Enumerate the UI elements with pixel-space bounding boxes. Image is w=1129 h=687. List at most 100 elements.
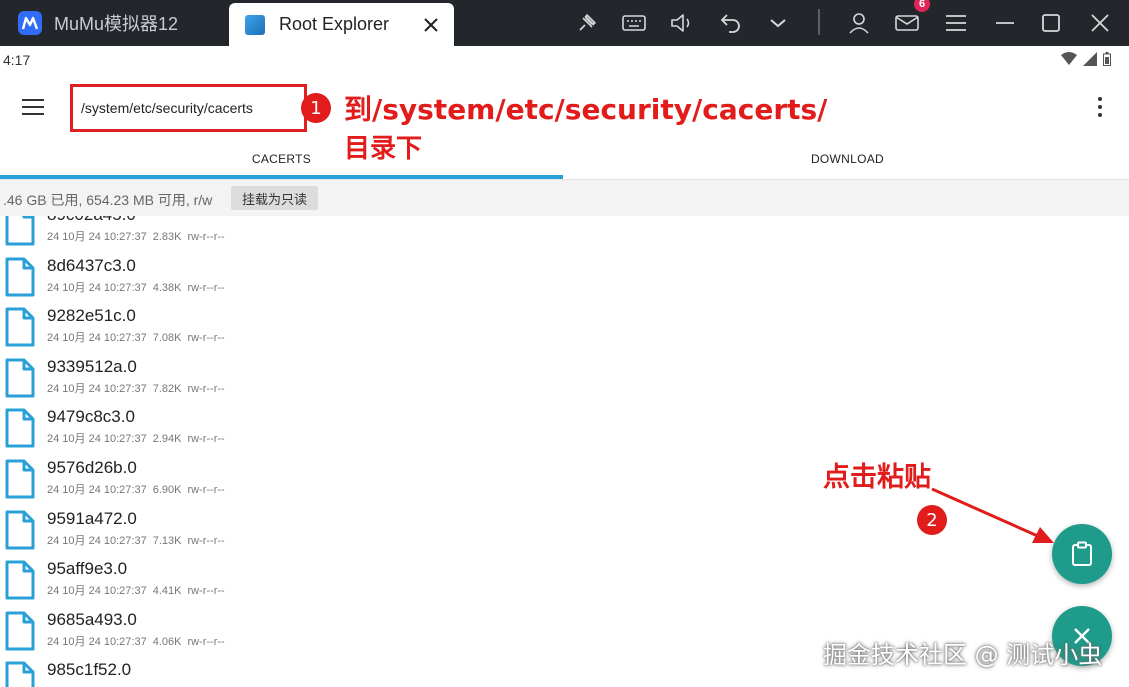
file-size: 4.41K xyxy=(152,585,182,598)
file-size: 4.38K xyxy=(152,281,182,294)
back-icon[interactable] xyxy=(716,8,746,38)
file-size: 7.08K xyxy=(152,332,182,345)
file-name: 95aff9e3.0 xyxy=(47,559,128,579)
file-name: 9339512a.0 xyxy=(47,356,137,376)
file-size: 6.90K xyxy=(152,483,182,496)
file-icon xyxy=(5,661,35,687)
tab-cacerts[interactable]: CACERTS xyxy=(0,140,563,178)
android-status-bar: 4:17 xyxy=(0,46,1129,74)
file-name: 9479c8c3.0 xyxy=(47,407,135,427)
file-list: 89c02a45.0 24 10月 24 10:27:37 2.83K rw-r--… xyxy=(0,216,1129,687)
paste-button[interactable] xyxy=(1052,524,1112,584)
file-icon xyxy=(5,459,35,499)
file-size: 7.13K xyxy=(152,534,182,547)
file-size: 2.83K xyxy=(152,231,182,243)
file-icon xyxy=(5,216,35,246)
dot xyxy=(1098,97,1102,101)
hamburger-menu-icon[interactable] xyxy=(941,8,971,38)
user-icon[interactable] xyxy=(844,8,874,38)
file-icon xyxy=(5,611,35,651)
root-explorer-logo-icon xyxy=(245,14,265,35)
file-row[interactable]: 95aff9e3.0 24 10月 24 10:27:37 4.41K rw-r--… xyxy=(0,554,1129,605)
mount-readonly-button[interactable]: 挂载为只读 xyxy=(231,186,318,210)
file-row[interactable]: 8d6437c3.0 24 10月 24 10:27:37 4.38K rw-r--… xyxy=(0,251,1129,302)
file-permissions: rw-r--r-- xyxy=(187,534,225,547)
file-name: 9282e51c.0 xyxy=(47,306,136,326)
file-name: 9591a472.0 xyxy=(47,508,137,528)
file-date: 24 10月 24 10:27:37 xyxy=(47,483,147,496)
file-meta: 24 10月 24 10:27:37 4.41K rw-r--r-- xyxy=(47,582,225,598)
active-tab-indicator xyxy=(0,175,563,179)
menu-line xyxy=(22,106,44,108)
file-icon xyxy=(5,257,35,297)
file-size: 4.06K xyxy=(152,635,182,648)
folder-tabs: CACERTS DOWNLOAD xyxy=(0,140,1129,180)
file-date: 24 10月 24 10:27:37 xyxy=(47,585,147,598)
dot xyxy=(1098,105,1102,109)
mail-icon[interactable] xyxy=(892,8,922,38)
file-size: 2.94K xyxy=(152,433,182,446)
file-permissions: rw-r--r-- xyxy=(187,382,225,395)
file-meta: 24 10月 24 10:27:37 2.94K rw-r--r-- xyxy=(47,430,225,446)
file-date: 24 10月 24 10:27:37 xyxy=(47,635,147,648)
file-icon xyxy=(5,307,35,347)
pin-icon[interactable] xyxy=(572,8,602,38)
wifi-icon xyxy=(1061,52,1077,65)
close-window-icon[interactable] xyxy=(1085,8,1115,38)
more-options-icon[interactable] xyxy=(1090,94,1110,120)
file-date: 24 10月 24 10:27:37 xyxy=(47,281,147,294)
file-meta: 24 10月 24 10:27:37 6.90K rw-r--r-- xyxy=(47,481,225,497)
keyboard-icon[interactable] xyxy=(619,8,649,38)
emulator-titlebar: MuMu模拟器12 Root Explorer 6 xyxy=(0,0,1129,46)
current-path-box[interactable]: /system/etc/security/cacerts xyxy=(70,84,307,132)
file-meta: 24 10月 24 10:27:37 4.38K rw-r--r-- xyxy=(47,279,225,295)
file-name: 9685a493.0 xyxy=(47,609,137,629)
volume-icon[interactable] xyxy=(667,8,697,38)
tab-download[interactable]: DOWNLOAD xyxy=(566,140,1129,178)
file-date: 24 10月 24 10:27:37 xyxy=(47,534,147,547)
status-time: 4:17 xyxy=(3,52,31,68)
storage-info: .46 GB 已用, 654.23 MB 可用, r/w xyxy=(3,192,213,208)
close-tab-icon[interactable] xyxy=(416,10,446,40)
step-2-instruction: 点击粘贴 xyxy=(823,462,931,493)
file-row[interactable]: 89c02a45.0 24 10月 24 10:27:37 2.83K rw-r--… xyxy=(0,216,1129,251)
file-permissions: rw-r--r-- xyxy=(187,332,225,345)
step-1-marker: 1 xyxy=(301,93,331,123)
file-row[interactable]: 9282e51c.0 24 10月 24 10:27:37 7.08K rw-r--… xyxy=(0,301,1129,352)
file-row[interactable]: 9479c8c3.0 24 10月 24 10:27:37 2.94K rw-r--… xyxy=(0,402,1129,453)
step-1-instruction-line1: 到/system/etc/security/cacerts/ xyxy=(344,93,828,126)
current-path: /system/etc/security/cacerts xyxy=(81,100,253,116)
file-permissions: rw-r--r-- xyxy=(187,585,225,598)
file-meta: 24 10月 24 10:27:37 4.06K rw-r--r-- xyxy=(47,633,225,649)
file-icon xyxy=(5,358,35,398)
step-2-arrow xyxy=(931,487,1054,543)
minimize-icon[interactable] xyxy=(990,8,1020,38)
chevron-down-icon[interactable] xyxy=(763,8,793,38)
file-name: 89c02a45.0 xyxy=(47,216,136,225)
notification-badge: 6 xyxy=(914,0,930,12)
file-permissions: rw-r--r-- xyxy=(187,231,225,243)
file-size: 7.82K xyxy=(152,382,182,395)
storage-info-bar: .46 GB 已用, 654.23 MB 可用, r/w 挂载为只读 xyxy=(0,180,1129,216)
file-icon xyxy=(5,510,35,550)
file-date: 24 10月 24 10:27:37 xyxy=(47,332,147,345)
file-date: 24 10月 24 10:27:37 xyxy=(47,382,147,395)
file-date: 24 10月 24 10:27:37 xyxy=(47,231,147,243)
menu-line xyxy=(22,99,44,101)
root-explorer-tab-label: Root Explorer xyxy=(279,14,390,34)
file-row[interactable]: 9339512a.0 24 10月 24 10:27:37 7.82K rw-r--… xyxy=(0,352,1129,403)
watermark: 掘金技术社区 @ 测试小虫 xyxy=(823,641,1103,669)
file-name: 8d6437c3.0 xyxy=(47,255,136,275)
file-meta: 24 10月 24 10:27:37 7.13K rw-r--r-- xyxy=(47,532,225,548)
drawer-menu-button[interactable] xyxy=(16,92,50,122)
file-permissions: rw-r--r-- xyxy=(187,433,225,446)
root-explorer-tab[interactable]: Root Explorer xyxy=(229,3,454,46)
file-permissions: rw-r--r-- xyxy=(187,483,225,496)
step-1-instruction-line2: 目录下 xyxy=(344,134,423,164)
clipboard-icon xyxy=(1072,541,1092,566)
signal-icon xyxy=(1083,52,1097,66)
file-meta: 24 10月 24 10:27:37 7.82K rw-r--r-- xyxy=(47,380,225,396)
emulator-app-tab[interactable]: MuMu模拟器12 xyxy=(0,0,226,46)
maximize-icon[interactable] xyxy=(1036,8,1066,38)
mumu-logo-icon xyxy=(18,11,42,35)
